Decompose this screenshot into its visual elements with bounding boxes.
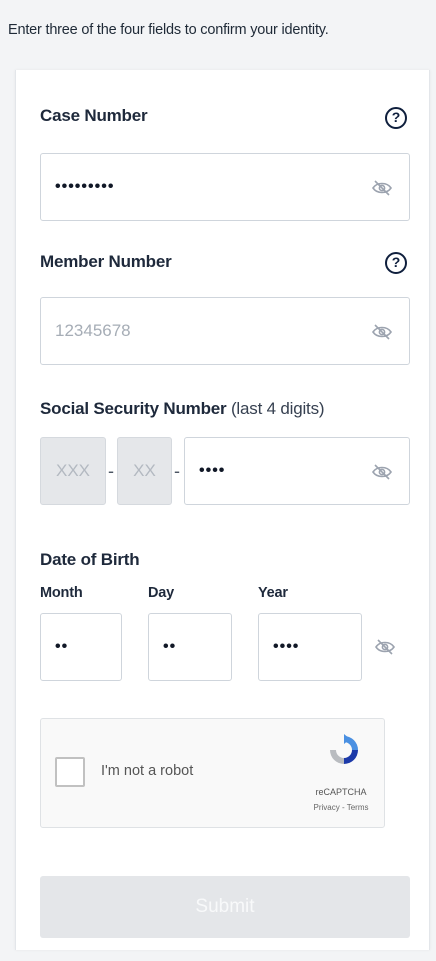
- dob-year-label: Year: [258, 585, 288, 601]
- dob-month-label: Month: [40, 585, 83, 601]
- member-number-label: Member Number: [40, 252, 172, 271]
- ssn-part2-field: XX: [117, 437, 172, 505]
- identity-form-card: Case Number ? ••••••••• Member Number ? …: [15, 70, 430, 950]
- case-number-label: Case Number: [40, 106, 148, 125]
- case-number-value: •••••••••: [55, 178, 115, 195]
- ssn-part2-placeholder: XX: [133, 461, 156, 480]
- ssn-label-suffix: (last 4 digits): [226, 399, 325, 418]
- recaptcha-text: I'm not a robot: [101, 763, 194, 779]
- submit-button[interactable]: Submit: [40, 876, 410, 938]
- recaptcha-widget: I'm not a robot reCAPTCHA Privacy - Term…: [40, 718, 385, 828]
- dob-month-input[interactable]: ••: [40, 613, 122, 681]
- ssn-last4-value: ••••: [199, 462, 226, 479]
- dob-year-value: ••••: [273, 638, 300, 655]
- dob-label: Date of Birth: [40, 550, 140, 569]
- case-number-help-icon[interactable]: ?: [385, 107, 407, 129]
- member-number-placeholder: 12345678: [55, 321, 131, 340]
- dob-day-input[interactable]: ••: [148, 613, 232, 681]
- ssn-separator: -: [108, 461, 114, 481]
- member-number-input[interactable]: 12345678: [40, 297, 410, 365]
- dob-year-input[interactable]: ••••: [258, 613, 362, 681]
- case-number-input[interactable]: •••••••••: [40, 153, 410, 221]
- eye-slash-icon[interactable]: [371, 180, 393, 196]
- ssn-label-main: Social Security Number: [40, 399, 227, 418]
- recaptcha-brand: reCAPTCHA: [315, 787, 367, 797]
- eye-slash-icon[interactable]: [374, 639, 396, 655]
- member-number-help-icon[interactable]: ?: [385, 252, 407, 274]
- ssn-part1-placeholder: XXX: [55, 461, 91, 480]
- eye-slash-icon[interactable]: [371, 464, 393, 480]
- recaptcha-logo-icon: [330, 734, 358, 764]
- ssn-separator: -: [174, 461, 180, 481]
- eye-slash-icon[interactable]: [371, 324, 393, 340]
- intro-text: Enter three of the four fields to confir…: [8, 22, 329, 38]
- recaptcha-checkbox[interactable]: [55, 757, 85, 787]
- ssn-last4-input[interactable]: ••••: [184, 437, 410, 505]
- dob-month-value: ••: [55, 638, 69, 655]
- dob-day-label: Day: [148, 585, 174, 601]
- ssn-part1-field: XXX: [40, 437, 106, 505]
- dob-day-value: ••: [163, 638, 177, 655]
- ssn-label: Social Security Number (last 4 digits): [40, 399, 325, 419]
- recaptcha-links[interactable]: Privacy - Terms: [301, 803, 381, 812]
